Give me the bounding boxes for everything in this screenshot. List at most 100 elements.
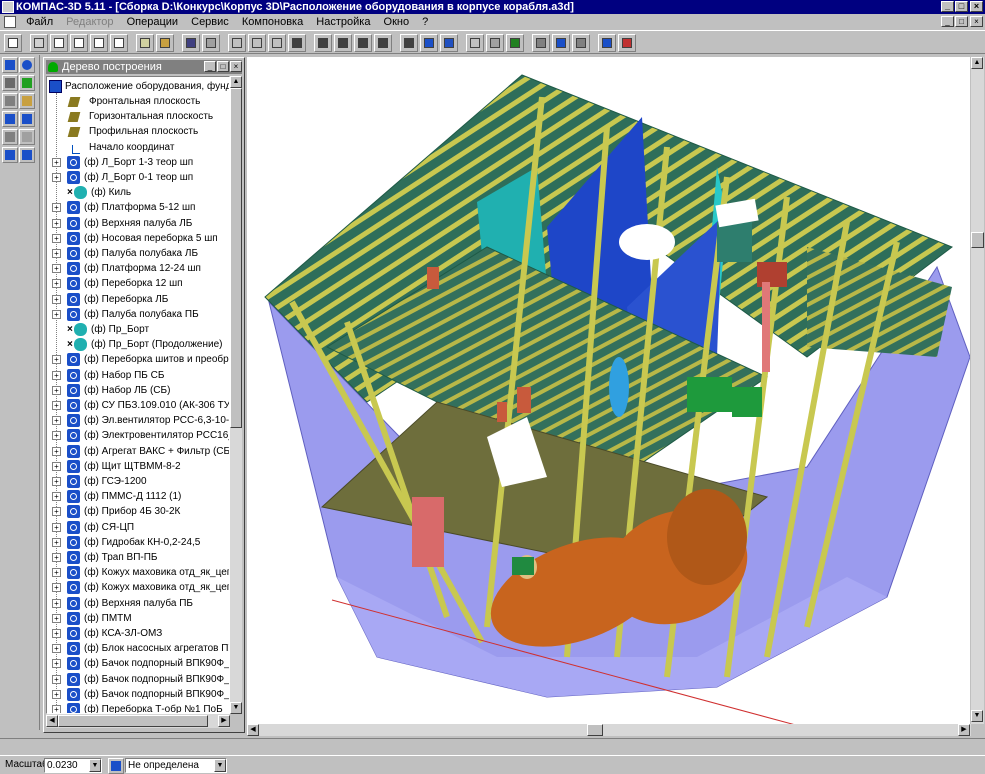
expand-icon[interactable]: + [52,173,61,182]
expand-icon[interactable]: + [52,674,61,684]
view-iso-icon[interactable] [374,34,392,52]
expand-icon[interactable]: + [52,431,61,441]
tree-node[interactable]: + (ф) Переборка ЛБ [47,292,229,307]
pan-icon[interactable] [288,34,306,52]
hidden-icon[interactable] [466,34,484,52]
viewport-vertical-scrollbar[interactable]: ▲ ▼ [971,57,984,724]
tree-hscroll-thumb[interactable] [58,715,208,727]
expand-icon[interactable]: + [52,203,61,213]
state-icon[interactable] [108,758,124,774]
tree-node[interactable]: Горизонтальная плоскость [47,109,229,124]
menu-help[interactable]: ? [417,14,433,30]
tree-maximize-button[interactable]: □ [217,61,229,72]
doc-restore-button[interactable]: □ [955,16,968,27]
tree-node[interactable]: + (ф) СЯ-ЦП [47,520,229,535]
menu-window[interactable]: Окно [379,14,415,30]
scale-dropdown-icon[interactable]: ▼ [89,759,101,772]
tree-node[interactable]: Профильная плоскость [47,124,229,139]
expand-icon[interactable]: + [52,294,61,304]
tree-node[interactable]: + (ф) КСА-ЗЛ-ОМЗ [47,626,229,641]
state-combobox[interactable]: Не определена ▼ [125,758,227,773]
tree-close-button[interactable]: × [230,61,242,72]
tree-node[interactable]: + (ф) Платформа 12-24 шп [47,261,229,276]
tree-node[interactable]: + (ф) ГСЭ-1200 [47,474,229,489]
expand-icon[interactable]: + [52,598,61,608]
tree-node[interactable]: + (ф) Л_Борт 0-1 теор шп [47,170,229,185]
properties-icon[interactable] [572,34,590,52]
tree-node[interactable]: + (ф) Трап ВП-ПБ [47,550,229,565]
expand-icon[interactable]: + [52,249,61,258]
tree-node[interactable]: Фронтальная плоскость [47,94,229,109]
folder-icon[interactable] [156,34,174,52]
print-icon[interactable] [70,34,88,52]
menu-operations[interactable]: Операции [122,14,183,30]
zoom-in-icon[interactable] [248,34,266,52]
rotate-icon[interactable] [334,34,352,52]
viewport-scroll-right-icon[interactable]: ▶ [958,724,970,736]
mate-tool-icon[interactable] [2,111,18,127]
menu-settings[interactable]: Настройка [311,14,375,30]
expand-icon[interactable]: + [52,537,61,547]
menu-editor[interactable]: Редактор [61,14,118,30]
tree-node[interactable]: + (ф) Электровентилятор РСС16_10 (1) [47,428,229,443]
tree-node[interactable]: + (ф) Л_Борт 1-3 теор шп [47,155,229,170]
expand-icon[interactable]: + [52,370,61,380]
scroll-down-icon[interactable]: ▼ [230,702,242,714]
viewport-scroll-up-icon[interactable]: ▲ [971,57,983,69]
tree-node[interactable]: + (ф) Щит ЩТВММ-8-2 [47,459,229,474]
scroll-left-icon[interactable]: ◀ [46,715,58,727]
hide-tool-icon[interactable] [2,129,18,145]
tree-node[interactable]: + (ф) Носовая переборка 5 шп [47,231,229,246]
exit-icon[interactable] [618,34,636,52]
expand-icon[interactable]: + [52,233,61,243]
expand-icon[interactable]: + [52,553,61,562]
tree-node[interactable]: + (ф) ПМТМ [47,611,229,626]
save-icon[interactable] [50,34,68,52]
tree-node[interactable]: + (ф) Набор ПБ СБ [47,368,229,383]
menu-layout[interactable]: Компоновка [237,14,308,30]
maximize-button[interactable]: □ [955,1,968,12]
model-viewport[interactable] [247,57,971,742]
viewport-horizontal-scrollbar[interactable]: ◀ ▶ [247,724,971,736]
expand-icon[interactable]: + [52,264,61,274]
doc-minimize-button[interactable]: _ [941,16,954,27]
tree-node[interactable]: + (ф) Кожух маховика отд_як_цепи ПБ [47,565,229,580]
tree-node[interactable]: × (ф) Пр_Борт [47,322,229,337]
expand-icon[interactable]: + [52,507,61,517]
scale-combobox[interactable]: 0.0230 ▼ [44,758,102,773]
select-tool-icon[interactable] [2,57,18,73]
move-tool-icon[interactable] [19,111,35,127]
expand-icon[interactable]: + [52,613,61,623]
tree-vertical-scrollbar[interactable]: ▲ ▼ [230,76,242,714]
view-front-icon[interactable] [354,34,372,52]
expand-icon[interactable]: + [52,461,61,471]
tree-node[interactable]: + (ф) Палуба полубака ПБ [47,307,229,322]
group-tool-icon[interactable] [19,147,35,163]
viewport-scroll-down-icon[interactable]: ▼ [971,710,983,722]
minimize-button[interactable]: _ [941,1,954,12]
expand-icon[interactable]: + [52,401,61,410]
new-icon[interactable] [4,34,22,52]
expand-icon[interactable]: + [52,644,61,654]
tree-node[interactable]: + (ф) Бачок подпорный ВПК90Ф_70-80 [47,687,229,702]
tree-node[interactable]: + (ф) Верхняя палуба ПБ [47,596,229,611]
tree-node[interactable]: + (ф) Платформа 5-12 шп [47,200,229,215]
expand-icon[interactable]: + [52,568,61,578]
doc-close-button[interactable]: × [970,16,983,27]
scroll-right-icon[interactable]: ▶ [218,715,230,727]
expand-icon[interactable]: + [52,157,61,167]
zoom-icon[interactable] [228,34,246,52]
zoom-out-icon[interactable] [268,34,286,52]
expand-icon[interactable]: + [52,355,61,365]
viewport-scroll-left-icon[interactable]: ◀ [247,724,259,736]
viewport-hscroll-thumb[interactable] [587,724,603,736]
zoom-fit-icon[interactable] [314,34,332,52]
disk-icon[interactable] [182,34,200,52]
expand-icon[interactable]: + [52,416,61,426]
tree-node[interactable]: + (ф) Агрегат ВАКС + Фильтр (СБ) [47,444,229,459]
expand-icon[interactable]: + [52,446,61,456]
expand-icon[interactable]: + [52,705,61,713]
grid-icon[interactable] [202,34,220,52]
mass-icon[interactable] [532,34,550,52]
tree-node[interactable]: + (ф) СУ ПБЗ.109.010 (АК-306 ТУ) [47,398,229,413]
